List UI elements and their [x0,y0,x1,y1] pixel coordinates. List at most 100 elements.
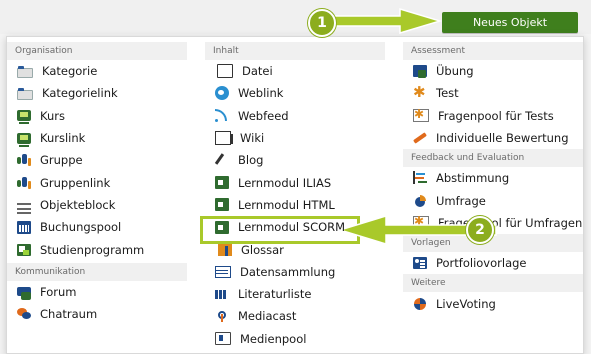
calendar-icon [17,220,31,234]
group-link-icon [17,176,31,190]
menu-item-individuelle-bewertung[interactable]: Individuelle Bewertung [403,127,583,149]
menu-item-label: Umfrage [436,193,486,208]
menu-item-label: Weblink [238,86,284,101]
rss-icon [215,108,229,123]
menu-item-label: Kategorie [42,64,98,79]
course-link-icon [17,132,31,147]
menu-item-label: Datei [242,64,273,79]
group-icon [17,153,31,167]
menu-item-medienpool[interactable]: Medienpool [205,328,385,350]
course-icon [17,110,31,125]
menu-item-label: Kategorielink [42,86,118,101]
learning-module-icon [215,198,229,212]
forum-icon [17,287,31,301]
step-badge-1: 1 [308,9,336,37]
column-organisation: Organisation Kategorie Kategorielink Kur… [7,37,187,353]
menu-item-datei[interactable]: Datei [205,60,385,82]
menu-item-label: Medienpool [240,331,307,346]
menu-item-objekteblock[interactable]: Objekteblock [7,194,187,216]
menu-item-studienprogramm[interactable]: Studienprogramm [7,238,187,260]
add-new-object-button[interactable]: Neues Objekt hinzufügen [442,12,578,50]
poll-icon [413,171,427,185]
folder-icon [17,66,33,79]
section-header-organisation: Organisation [7,42,187,60]
file-icon [217,64,233,79]
menu-item-label: Chatraum [40,307,98,322]
menu-item-label: Fragenpool für Tests [438,108,554,123]
menu-item-label: Abstimmung [436,171,510,186]
test-icon [413,83,427,101]
menu-item-label: Buchungspool [40,220,122,235]
menu-item-lernmodul-scorm[interactable]: Lernmodul SCORM [205,216,385,238]
menu-item-kurs[interactable]: Kurs [7,105,187,127]
step-badge-2: 2 [466,216,494,244]
study-program-icon [17,243,31,256]
media-pool-icon [215,332,231,346]
menu-item-buchungspool[interactable]: Buchungspool [7,216,187,238]
menu-item-blog[interactable]: Blog [205,149,385,171]
menu-item-weblink[interactable]: Weblink [205,82,385,104]
menu-item-abstimmung[interactable]: Abstimmung [403,167,583,189]
menu-item-chatraum[interactable]: Chatraum [7,303,187,325]
pencil-icon [413,131,427,145]
learning-module-icon [215,176,229,190]
menu-item-label: LiveVoting [436,296,496,311]
menu-item-portfoliovorlage[interactable]: Portfoliovorlage [403,252,583,274]
blog-icon [215,153,229,167]
menu-item-wiki[interactable]: Wiki [205,127,385,149]
menu-item-label: Übung [436,64,474,79]
menu-item-label: Kurs [40,108,65,123]
folder-link-icon [17,88,33,101]
menu-item-webfeed[interactable]: Webfeed [205,105,385,127]
menu-item-label: Lernmodul SCORM [238,220,346,235]
menu-item-kategorielink[interactable]: Kategorielink [7,82,187,104]
table-icon [215,265,231,278]
list-icon [17,202,31,210]
portfolio-icon [413,257,427,270]
menu-item-label: Mediacast [238,309,297,324]
menu-item-test[interactable]: Test [403,82,583,104]
menu-item-livevoting[interactable]: LiveVoting [403,292,583,314]
menu-item-mediacast[interactable]: Mediacast [205,305,385,327]
menu-item-kategorie[interactable]: Kategorie [7,60,187,82]
menu-item-label: Studienprogramm [40,242,145,257]
new-object-dropdown: Organisation Kategorie Kategorielink Kur… [6,36,584,354]
menu-item-fragenpool-tests[interactable]: Fragenpool für Tests [403,105,583,127]
menu-item-umfrage[interactable]: Umfrage [403,189,583,211]
menu-item-lernmodul-ilias[interactable]: Lernmodul ILIAS [205,171,385,193]
menu-item-forum[interactable]: Forum [7,281,187,303]
menu-item-literaturliste[interactable]: Literaturliste [205,283,385,305]
menu-item-gruppenlink[interactable]: Gruppenlink [7,171,187,193]
page: Neues Objekt hinzufügen Organisation Kat… [0,0,591,354]
section-header-feedback: Feedback und Evaluation [403,149,583,168]
menu-item-datensammlung[interactable]: Datensammlung [205,261,385,283]
menu-item-label: Literaturliste [238,287,312,302]
survey-icon [413,194,427,208]
column-assessment: Assessment Übung Test Fragenpool für Tes… [403,37,583,353]
menu-item-label: Test [436,86,459,101]
section-header-assessment: Assessment [403,42,583,60]
globe-icon [215,86,229,101]
chat-icon [17,307,31,321]
menu-item-label: Portfoliovorlage [436,256,527,271]
section-header-weitere: Weitere [403,274,583,293]
menu-item-label: Gruppe [40,153,83,168]
callout-arrow-1 [331,8,442,34]
menu-item-lernmodul-html[interactable]: Lernmodul HTML [205,194,385,216]
menu-item-label: Individuelle Bewertung [436,131,569,146]
section-header-kommunikation: Kommunikation [7,262,187,281]
exercise-icon [413,65,427,79]
menu-item-label: Lernmodul HTML [238,197,335,212]
menu-item-uebung[interactable]: Übung [403,60,583,82]
live-voting-icon [413,297,427,311]
question-pool-icon [413,107,429,123]
books-icon [215,287,229,301]
menu-item-kurslink[interactable]: Kurslink [7,127,187,149]
menu-item-label: Lernmodul ILIAS [238,175,332,190]
menu-item-label: Webfeed [238,108,289,123]
menu-item-label: Datensammlung [240,264,336,279]
menu-item-gruppe[interactable]: Gruppe [7,149,187,171]
learning-module-icon [215,220,229,234]
menu-item-label: Glossar [241,242,284,257]
column-inhalt: Inhalt Datei Weblink Webfeed Wiki Blog L… [205,37,385,353]
